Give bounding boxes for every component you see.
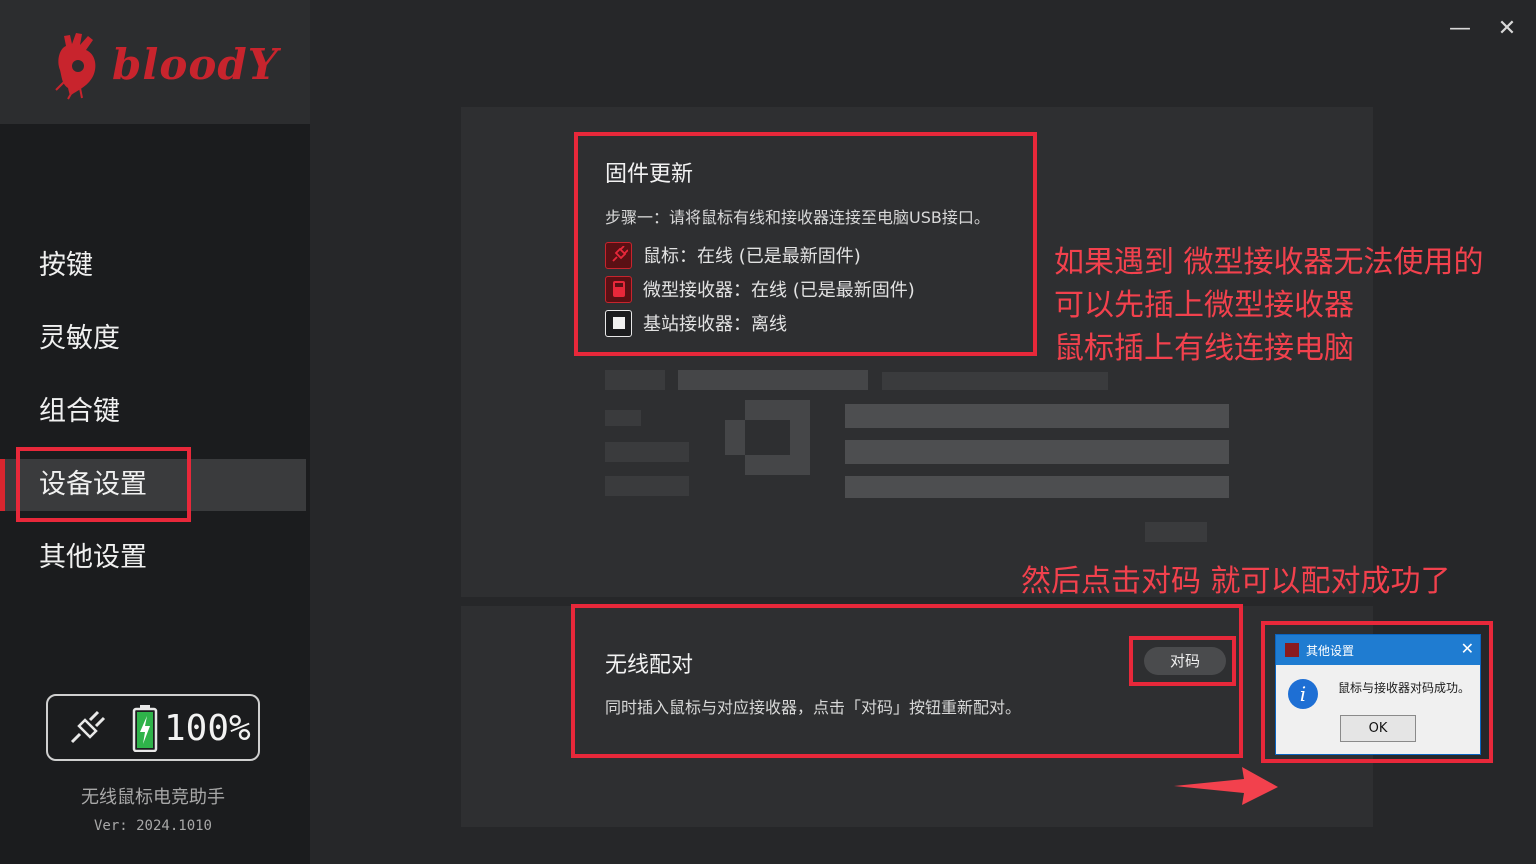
arrow-right-icon xyxy=(1174,767,1278,805)
minimize-icon[interactable]: — xyxy=(1445,14,1475,44)
highlight-device-settings xyxy=(16,447,191,522)
sidebar-item-buttons[interactable]: 按键 xyxy=(0,240,306,292)
battery-percent: 100% xyxy=(164,708,251,749)
annotation-line-2: 可以先插上微型接收器 xyxy=(1054,288,1354,323)
logo-area: bloodY xyxy=(0,0,310,124)
annotation-line-1: 如果遇到 微型接收器无法使用的 xyxy=(1054,245,1484,280)
annotation-line-4: 然后点击对码 就可以配对成功了 xyxy=(1021,564,1451,599)
dialog-title: 其他设置 xyxy=(1306,644,1355,658)
annotation-line-3: 鼠标插上有线连接电脑 xyxy=(1054,331,1354,366)
sidebar-item-other-settings[interactable]: 其他设置 xyxy=(0,532,306,584)
info-icon: i xyxy=(1288,679,1318,709)
success-dialog: 其他设置 ✕ i 鼠标与接收器对码成功。 OK xyxy=(1275,634,1481,755)
dialog-titlebar: 其他设置 ✕ xyxy=(1276,635,1480,665)
sidebar-item-sensitivity[interactable]: 灵敏度 xyxy=(0,313,306,365)
wired-plug-icon xyxy=(70,710,106,744)
sidebar-item-combo-keys[interactable]: 组合键 xyxy=(0,386,306,438)
highlight-firmware xyxy=(574,132,1037,356)
ok-button[interactable]: OK xyxy=(1340,715,1416,742)
app-version: Ver: 2024.1010 xyxy=(93,818,212,834)
close-icon[interactable]: ✕ xyxy=(1492,14,1522,44)
battery-status: 100% xyxy=(46,694,260,761)
dialog-message: 鼠标与接收器对码成功。 xyxy=(1338,681,1471,695)
sidebar: bloodY 按键 灵敏度 组合键 设备设置 其他设置 100% 无线鼠标电竞助… xyxy=(0,0,310,864)
brand-wordmark: bloodY xyxy=(112,40,279,89)
highlight-pair-button xyxy=(1129,636,1236,686)
app-icon xyxy=(1285,643,1299,657)
app-name: 无线鼠标电竞助手 xyxy=(81,787,225,808)
dialog-close-icon[interactable]: ✕ xyxy=(1461,639,1474,658)
battery-icon xyxy=(132,705,158,752)
